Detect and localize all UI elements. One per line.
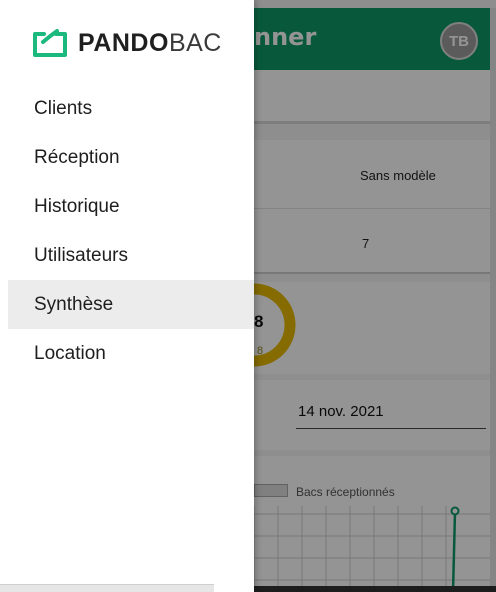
brand-name-light: BAC xyxy=(168,28,222,57)
nav-item-synthese[interactable]: Synthèse xyxy=(8,280,254,329)
drawer-nav-list: Clients Réception Historique Utilisateur… xyxy=(8,84,254,378)
nav-item-location[interactable]: Location xyxy=(8,329,254,378)
brand-name-strong: PANDO xyxy=(78,28,169,57)
brand-logo[interactable]: PANDO BAC xyxy=(32,28,222,58)
nav-item-reception[interactable]: Réception xyxy=(8,133,254,182)
navigation-drawer: PANDO BAC Clients Réception Historique U… xyxy=(0,0,254,592)
nav-item-utilisateurs[interactable]: Utilisateurs xyxy=(8,231,254,280)
pandobac-crate-icon xyxy=(33,29,67,57)
nav-item-clients[interactable]: Clients xyxy=(8,84,254,133)
drawer-bottom-edge xyxy=(0,584,214,592)
nav-item-historique[interactable]: Historique xyxy=(8,182,254,231)
